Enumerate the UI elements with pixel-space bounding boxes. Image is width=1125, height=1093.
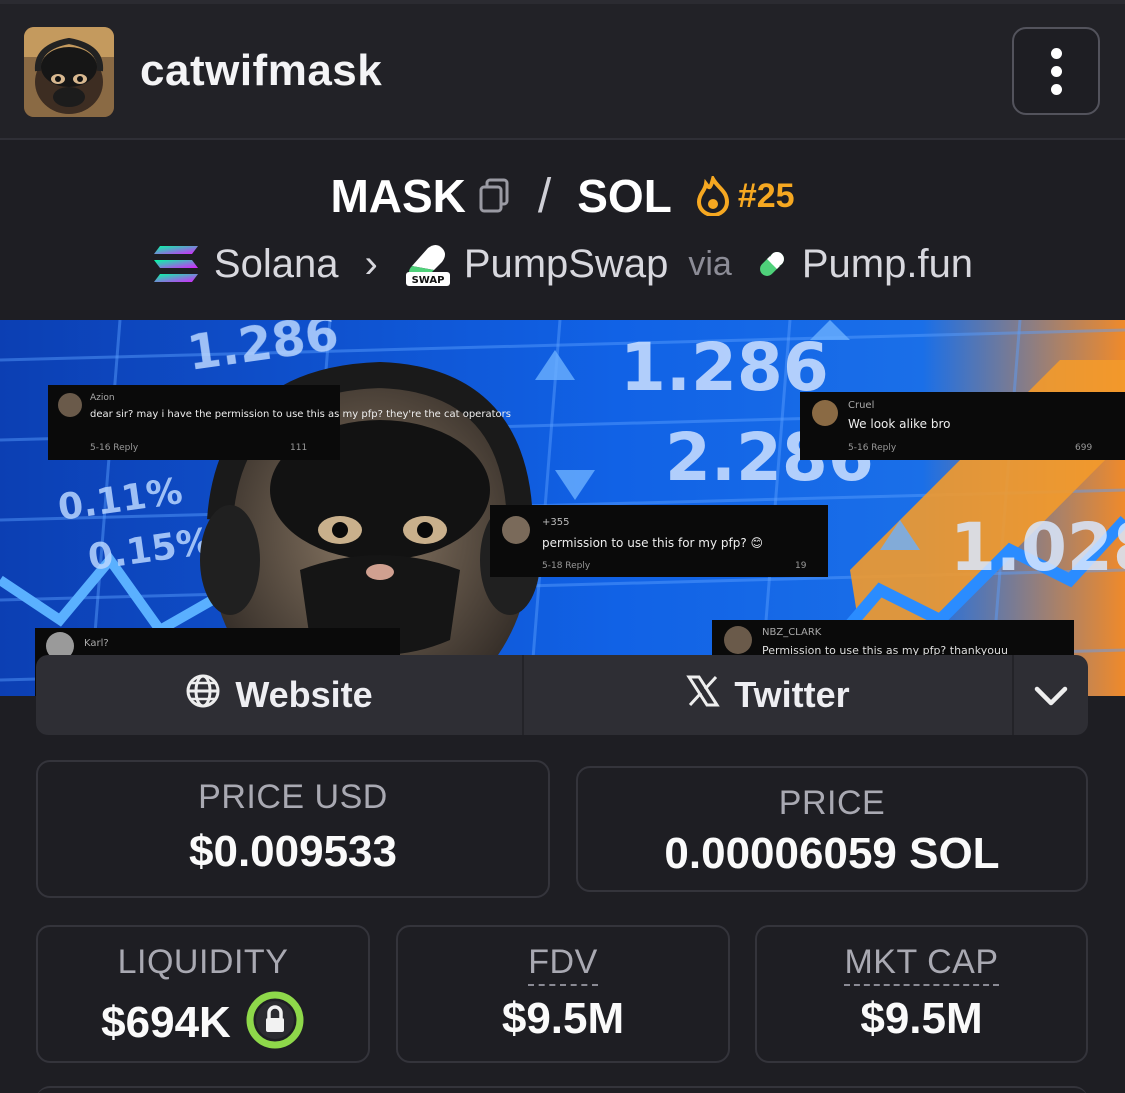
more-menu-button[interactable] [1012,27,1100,115]
copy-icon[interactable] [478,176,512,216]
svg-text:Karl?: Karl? [84,638,109,649]
svg-text:dear sir? may i have the permi: dear sir? may i have the permission to u… [90,409,511,420]
pumpfun-pill-icon [754,246,790,282]
banner-artwork: 1.286 1.286 2.286 1.028 0.11% 0.15% Azio… [0,320,1125,696]
website-label: Website [235,674,373,715]
pair-info: MASK / SOL #25 Solana › SWAP PumpSwap vi… [0,142,1125,320]
next-card-edge [36,1086,1088,1093]
price-native-value: 0.00006059 SOL [664,829,1000,878]
price-usd-card: PRICE USD $0.009533 [36,760,550,898]
token-avatar [24,27,114,117]
market-cap-label[interactable]: MKT CAP [844,943,999,986]
fdv-card: FDV $9.5M [396,925,730,1063]
pumpswap-icon: SWAP [404,240,452,288]
svg-text:699: 699 [1075,443,1092,453]
svg-text:Cruel: Cruel [848,400,874,411]
price-native-card: PRICE 0.00006059 SOL [576,766,1088,892]
svg-text:19: 19 [795,561,807,571]
chevron-right-icon: › [364,241,378,286]
top-divider [0,0,1125,4]
liquidity-card: LIQUIDITY $694K [36,925,370,1063]
pair-base-symbol: MASK [330,170,466,222]
market-cap-value: $9.5M [860,994,983,1043]
svg-text:permission to use this for my: permission to use this for my pfp? 😊 [542,536,763,550]
svg-text:SWAP: SWAP [411,275,444,286]
launchpad-label[interactable]: Pump.fun [802,242,973,287]
svg-text:We look alike bro: We look alike bro [848,417,951,431]
price-usd-label: PRICE USD [198,778,388,816]
trending-rank[interactable]: #25 [738,177,795,216]
svg-text:+355: +355 [542,517,569,528]
via-text: via [688,244,732,283]
svg-text:1.286: 1.286 [620,329,829,406]
solana-icon [152,244,200,284]
website-button[interactable]: Website [36,655,524,735]
globe-icon [185,673,221,718]
chain-label[interactable]: Solana [214,242,339,287]
more-dot [1050,65,1062,77]
svg-text:111: 111 [290,443,307,453]
liquidity-value: $694K [101,997,231,1047]
token-header: catwifmask [0,0,1125,140]
dex-label[interactable]: PumpSwap [464,242,669,287]
twitter-label: Twitter [734,674,850,715]
more-vertical-icon [1050,47,1062,59]
social-links: Website Twitter [36,655,1088,735]
twitter-button[interactable]: Twitter [524,655,1014,735]
pair-title: MASK / SOL #25 [0,166,1125,226]
more-dot [1050,83,1062,95]
route-breadcrumb: Solana › SWAP PumpSwap via Pump.fun [0,234,1125,294]
svg-text:5-16 Reply: 5-16 Reply [90,443,139,453]
svg-text:5-16 Reply: 5-16 Reply [848,443,897,453]
fdv-value: $9.5M [501,994,625,1043]
svg-text:5-18 Reply: 5-18 Reply [542,561,591,571]
pair-quote-symbol: SOL [577,170,672,222]
token-banner-image: 1.286 1.286 2.286 1.028 0.11% 0.15% Azio… [0,320,1125,696]
flame-icon [696,173,730,217]
price-native-label: PRICE [778,784,886,822]
market-cap-card: MKT CAP $9.5M [755,925,1088,1063]
svg-text:NBZ_CLARK: NBZ_CLARK [762,627,822,638]
pair-separator: / [537,169,552,223]
price-usd-value: $0.009533 [189,827,397,876]
token-name: catwifmask [140,46,383,95]
svg-text:Azion: Azion [90,393,115,403]
liquidity-label: LIQUIDITY [117,943,289,981]
chevron-down-icon [1034,674,1068,716]
more-links-button[interactable] [1014,655,1088,735]
fdv-label[interactable]: FDV [528,943,598,986]
lock-icon[interactable] [245,990,305,1055]
svg-text:1.028: 1.028 [950,509,1125,586]
x-logo-icon [686,674,721,717]
